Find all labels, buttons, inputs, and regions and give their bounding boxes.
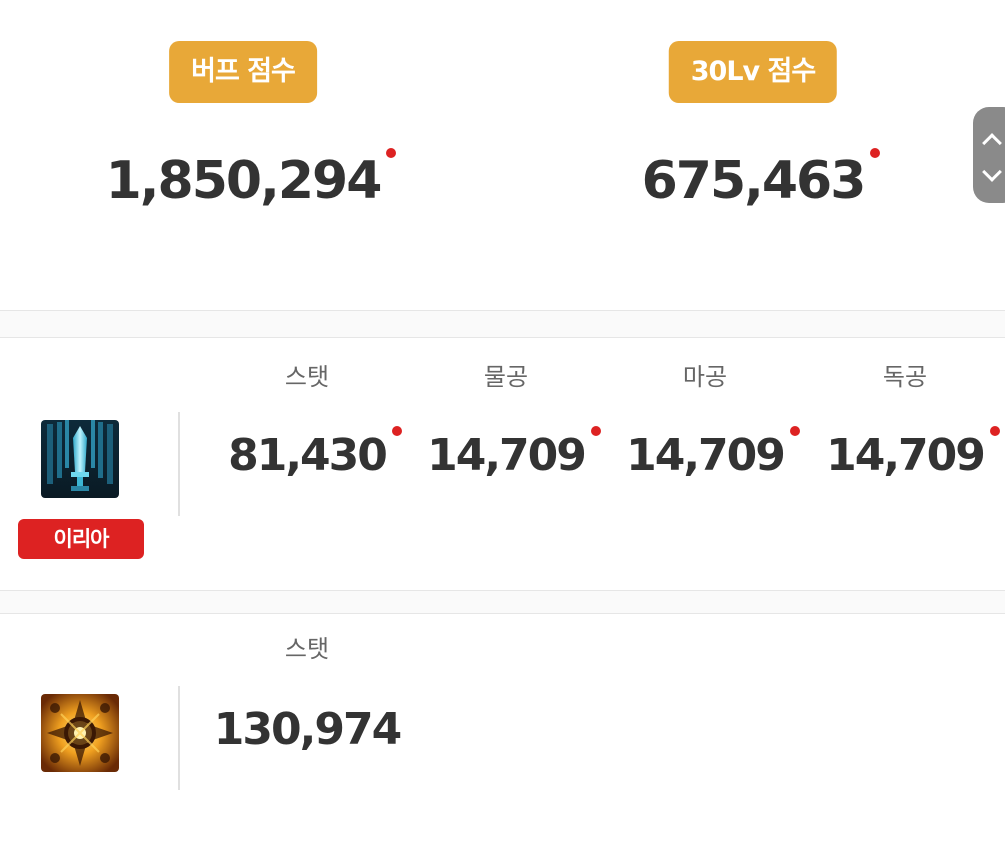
vertical-divider (178, 686, 180, 790)
stat-value: 81,430 (228, 426, 402, 484)
stat-value: 14,709 (826, 426, 1000, 484)
change-indicator-dot (789, 426, 800, 436)
change-indicator-dot (989, 426, 1000, 436)
stat-value: 14,709 (427, 426, 601, 484)
sword-skill-icon[interactable] (41, 420, 119, 498)
lv30-score-value: 675,463 (642, 148, 881, 212)
chevron-down-icon[interactable] (982, 162, 1002, 182)
score-section: 버프 점수 1,850,294 30Lv 점수 675,463 (0, 0, 1005, 310)
scroll-control[interactable] (973, 107, 1005, 203)
section-divider (0, 310, 1005, 338)
lv30-score-badge: 30Lv 점수 (668, 41, 838, 103)
lv30-score-panel: 30Lv 점수 675,463 (543, 0, 963, 300)
skill-row-1: 이리아 스탯 81,430 물공 14,709 마공 14,709 독공 14,… (0, 340, 1005, 590)
stat-label: 독공 (882, 363, 928, 391)
buff-score-panel: 버프 점수 1,850,294 (33, 0, 453, 300)
chevron-up-icon[interactable] (982, 133, 1002, 153)
stat-label: 물공 (483, 363, 529, 391)
aura-skill-icon[interactable] (41, 694, 119, 772)
stat-label: 스탯 (284, 363, 330, 391)
vertical-divider (178, 412, 180, 516)
change-indicator-dot (590, 426, 601, 436)
buff-score-badge: 버프 점수 (169, 41, 317, 103)
buff-score-value: 1,850,294 (106, 148, 397, 212)
stat-label: 마공 (682, 363, 728, 391)
change-indicator-dot (870, 148, 881, 158)
section-divider (0, 590, 1005, 614)
change-indicator-dot (391, 426, 402, 436)
stat-label: 스탯 (284, 635, 330, 663)
skill-row-2: 스탯 130,974 (0, 614, 1005, 848)
stat-value: 130,974 (213, 704, 402, 755)
stat-value: 14,709 (626, 426, 800, 484)
change-indicator-dot (386, 148, 397, 158)
character-badge: 이리아 (18, 519, 144, 559)
